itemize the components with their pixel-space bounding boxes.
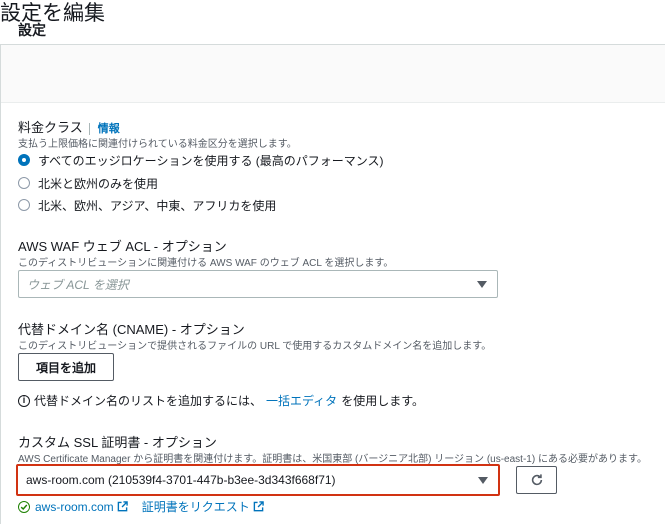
radio-unchecked-icon [18, 199, 30, 211]
add-item-button[interactable]: 項目を追加 [18, 353, 114, 381]
page-title: 設定を編集 [0, 2, 105, 25]
radio-unchecked-icon [18, 177, 30, 189]
radio-label: 北米、欧州、アジア、中東、アフリカを使用 [38, 198, 277, 213]
price-class-label-row: 料金クラス 情報 [18, 117, 120, 136]
price-class-label: 料金クラス [18, 120, 83, 135]
caret-down-icon [477, 281, 487, 288]
radio-checked-icon [18, 154, 30, 166]
radio-price-class-na-eu[interactable]: 北米と欧州のみを使用 [18, 174, 158, 192]
panel-header [1, 45, 665, 103]
cname-note-suffix: を使用します。 [341, 394, 424, 408]
radio-price-class-all[interactable]: すべてのエッジロケーションを使用する (最高のパフォーマンス) [18, 151, 384, 169]
radio-label: すべてのエッジロケーションを使用する (最高のパフォーマンス) [38, 153, 384, 168]
cname-note: i 代替ドメイン名のリストを追加するには、 一括エディタ を使用します。 [18, 392, 424, 409]
waf-label: AWS WAF ウェブ ACL - オプション [18, 239, 227, 254]
external-link-icon[interactable] [253, 501, 264, 512]
price-class-info-link[interactable]: 情報 [88, 123, 120, 135]
radio-label: 北米と欧州のみを使用 [38, 176, 159, 191]
price-class-description: 支払う上限価格に関連付けられている料金区分を選択します。 [18, 139, 297, 150]
waf-acl-select[interactable]: ウェブ ACL を選択 [18, 270, 498, 298]
info-circle-icon: i [18, 394, 30, 407]
ssl-certificate-value: aws-room.com (210539f4-3701-447b-b3ee-3d… [26, 473, 336, 487]
panel-title: 設定 [18, 22, 46, 38]
cname-label: 代替ドメイン名 (CNAME) - オプション [18, 322, 245, 337]
ssl-description: AWS Certificate Manager から証明書を関連付けます。証明書… [18, 454, 647, 465]
caret-down-icon [478, 477, 488, 484]
certificate-link[interactable]: aws-room.com [35, 500, 114, 514]
ssl-label: カスタム SSL 証明書 - オプション [18, 435, 217, 450]
external-link-icon[interactable] [117, 501, 128, 512]
waf-description: このディストリビューションに関連付ける AWS WAF のウェブ ACL を選択… [18, 258, 394, 269]
cname-note-prefix: 代替ドメイン名のリストを追加するには、 [34, 394, 263, 408]
request-certificate-link[interactable]: 証明書をリクエスト [142, 498, 250, 515]
radio-price-class-na-eu-asia[interactable]: 北米、欧州、アジア、中東、アフリカを使用 [18, 196, 276, 214]
cname-description: このディストリビューションで提供されるファイルの URL で使用するカスタムドメ… [18, 341, 492, 352]
refresh-button[interactable] [516, 466, 557, 494]
bulk-editor-link[interactable]: 一括エディタ [266, 392, 337, 409]
refresh-icon [531, 474, 542, 486]
ssl-status-row: aws-room.com 証明書をリクエスト [18, 498, 278, 515]
waf-acl-placeholder: ウェブ ACL を選択 [27, 277, 129, 292]
check-circle-icon [18, 500, 30, 513]
ssl-certificate-select[interactable]: aws-room.com (210539f4-3701-447b-b3ee-3d… [16, 464, 500, 496]
